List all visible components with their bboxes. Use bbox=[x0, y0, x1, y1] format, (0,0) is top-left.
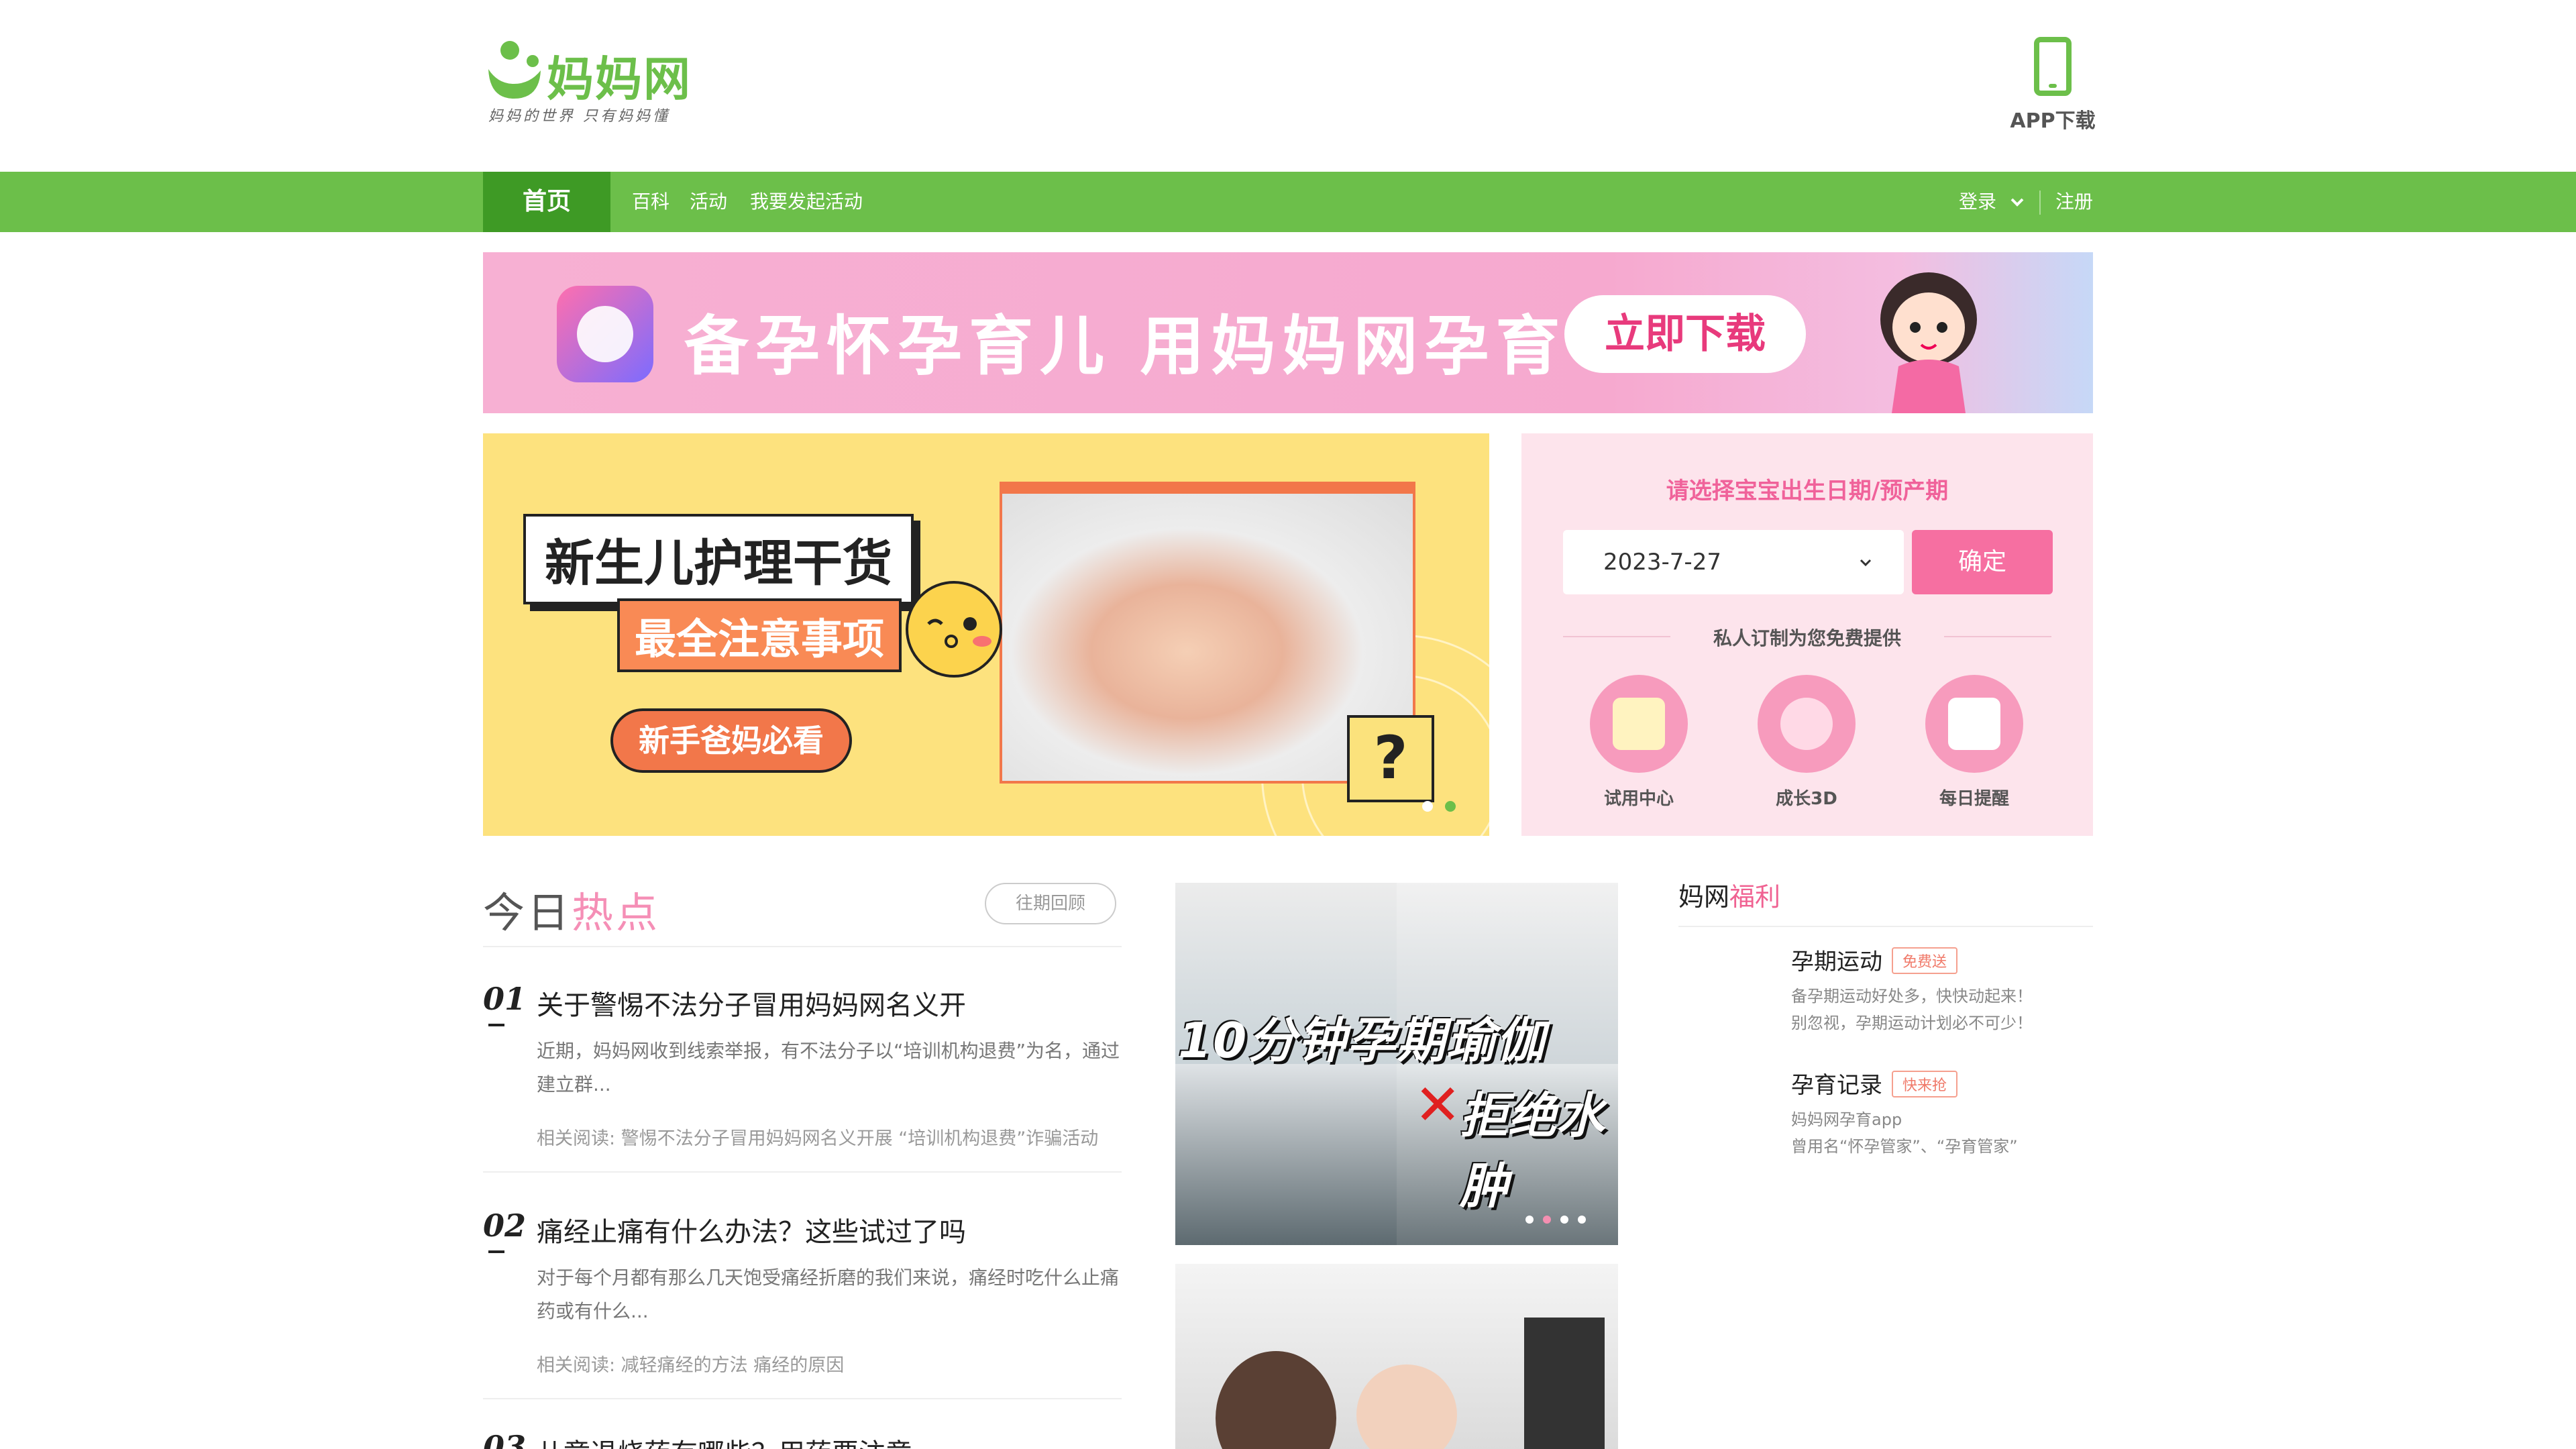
calendar-icon bbox=[1925, 675, 2023, 773]
growth-3d-link[interactable]: 成长3D bbox=[1756, 675, 1857, 810]
article-title[interactable]: 儿童退烧药有哪些？用药要注意 bbox=[537, 1432, 912, 1449]
trial-center-label: 试用中心 bbox=[1603, 789, 1674, 809]
phone-icon bbox=[2034, 37, 2072, 96]
growth-3d-label: 成长3D bbox=[1776, 789, 1837, 809]
divider bbox=[483, 946, 1122, 947]
welfare-tag: 快来抢 bbox=[1892, 1071, 1958, 1097]
welfare-desc: 妈妈网孕育app bbox=[1791, 1110, 1902, 1129]
hero-slider[interactable]: 新生儿护理干货 最全注意事项 新手爸妈必看 ? bbox=[483, 433, 1489, 836]
yoga-video-thumbnail[interactable]: 10分钟孕期瑜伽 ✕ 拒绝水肿 bbox=[1175, 883, 1618, 1245]
divider bbox=[483, 1171, 1122, 1173]
app-download-link[interactable]: APP下载 bbox=[1999, 37, 2106, 133]
emoji-face-icon bbox=[906, 581, 1002, 678]
number-underline bbox=[488, 1250, 504, 1253]
slide-title: 新生儿护理干货 bbox=[523, 514, 914, 604]
welfare-title: 妈网福利 bbox=[1678, 876, 1780, 913]
welfare-title-b: 福利 bbox=[1729, 882, 1781, 912]
welfare-item[interactable]: 孕期运动 免费送 备孕期运动好处多，快快动起来！ 别忽视，孕期运动计划必不可少！ bbox=[1791, 943, 2093, 1036]
article-number: 03 bbox=[483, 1429, 527, 1449]
welfare-desc: 别忽视，孕期运动计划必不可少！ bbox=[1791, 1014, 2033, 1032]
nav-home[interactable]: 首页 bbox=[483, 172, 610, 232]
nav-register[interactable]: 注册 bbox=[2055, 172, 2093, 232]
nav-item-events[interactable]: 活动 bbox=[690, 172, 727, 232]
daily-reminder-link[interactable]: 每日提醒 bbox=[1924, 675, 2025, 810]
welfare-desc: 备孕期运动好处多，快快动起来！ bbox=[1791, 987, 2033, 1006]
nav-item-wiki[interactable]: 百科 bbox=[632, 172, 669, 232]
article-title[interactable]: 关于警惕不法分子冒用妈妈网名义开 bbox=[537, 983, 966, 1022]
past-review-button[interactable]: 往期回顾 bbox=[985, 883, 1116, 924]
main-nav bbox=[0, 172, 2576, 232]
hot-section-title: 今日热点 bbox=[483, 879, 660, 939]
divider bbox=[483, 1398, 1122, 1399]
slider-dot[interactable] bbox=[1422, 801, 1433, 812]
article-item: 03 儿童退烧药有哪些？用药要注意 bbox=[483, 1429, 1122, 1449]
welfare-item-title[interactable]: 孕育记录 bbox=[1791, 1067, 1882, 1099]
hot-title-b: 热点 bbox=[572, 888, 661, 937]
carousel-dot[interactable] bbox=[1578, 1216, 1586, 1224]
question-box-icon: ? bbox=[1347, 715, 1434, 802]
number-underline bbox=[488, 1024, 504, 1026]
gift-icon bbox=[1590, 675, 1688, 773]
date-select[interactable]: 2023-7-27 bbox=[1563, 530, 1904, 594]
welfare-title-a: 妈网 bbox=[1678, 882, 1730, 912]
video-caption: 10分钟孕期瑜伽 bbox=[1178, 1012, 1546, 1069]
carousel-dot[interactable] bbox=[1560, 1216, 1568, 1224]
carousel-dot[interactable] bbox=[1525, 1216, 1534, 1224]
nav-divider bbox=[2039, 191, 2041, 215]
article-number: 02 bbox=[483, 1208, 527, 1244]
article-title[interactable]: 痛经止痛有什么办法？这些试过了吗 bbox=[537, 1210, 966, 1249]
app-download-label: APP下载 bbox=[2010, 109, 2096, 133]
chevron-down-icon[interactable] bbox=[2007, 192, 2027, 212]
banner-download-button[interactable]: 立即下载 bbox=[1564, 295, 1806, 373]
logo-slogan: 妈妈的世界 只有妈妈懂 bbox=[488, 108, 670, 125]
welfare-item[interactable]: 孕育记录 快来抢 妈妈网孕育app 曾用名“怀孕管家”、“孕育管家” bbox=[1791, 1067, 2093, 1160]
logo-text[interactable]: 妈妈网 bbox=[547, 42, 692, 109]
banner-headline: 备孕怀孕育儿 用妈妈网孕育 bbox=[684, 309, 1567, 384]
slide-pill[interactable]: 新手爸妈必看 bbox=[610, 708, 852, 773]
due-date-title: 请选择宝宝出生日期/预产期 bbox=[1666, 478, 1949, 504]
article-summary: 对于每个月都有那么几天饱受痛经折磨的我们来说，痛经时吃什么止痛药或有什么... bbox=[537, 1267, 1120, 1322]
daily-reminder-label: 每日提醒 bbox=[1939, 789, 2009, 809]
free-service-label: 私人订制为您免费提供 bbox=[1713, 627, 1901, 649]
article-item: 02 痛经止痛有什么办法？这些试过了吗 对于每个月都有那么几天饱受痛经折磨的我们… bbox=[483, 1208, 1122, 1402]
chevron-down-icon bbox=[1857, 530, 1874, 594]
trial-center-link[interactable]: 试用中心 bbox=[1589, 675, 1689, 810]
related-reading[interactable]: 相关阅读: 减轻痛经的方法 痛经的原因 bbox=[537, 1352, 1122, 1395]
video-caption-2: 拒绝水肿 bbox=[1460, 1087, 1605, 1214]
divider bbox=[1678, 926, 2093, 927]
logo-icon[interactable] bbox=[483, 37, 543, 104]
hot-title-a: 今日 bbox=[483, 888, 572, 937]
related-reading[interactable]: 相关阅读: 警惕不法分子冒用妈妈网名义开展 “培训机构退费”诈骗活动 bbox=[537, 1126, 1122, 1169]
confirm-button[interactable]: 确定 bbox=[1912, 530, 2053, 594]
app-promo-banner[interactable]: 备孕怀孕育儿 用妈妈网孕育 立即下载 bbox=[483, 252, 2093, 413]
welfare-desc: 曾用名“怀孕管家”、“孕育管家” bbox=[1791, 1137, 2018, 1156]
cross-icon: ✕ bbox=[1414, 1072, 1462, 1138]
slider-dot-active[interactable] bbox=[1445, 801, 1456, 812]
fetus-icon bbox=[1758, 675, 1856, 773]
article-number: 01 bbox=[483, 981, 527, 1017]
welfare-item-title[interactable]: 孕期运动 bbox=[1791, 943, 1882, 976]
nav-login[interactable]: 登录 bbox=[1959, 172, 1996, 232]
mother-baby-photo[interactable] bbox=[1175, 1264, 1618, 1449]
nav-item-start-event[interactable]: 我要发起活动 bbox=[750, 172, 863, 232]
app-icon bbox=[557, 286, 653, 382]
date-select-value: 2023-7-27 bbox=[1603, 549, 1721, 576]
cartoon-girl-icon bbox=[1865, 266, 1992, 413]
due-date-panel: 请选择宝宝出生日期/预产期 2023-7-27 确定 私人订制为您免费提供 试用… bbox=[1521, 433, 2093, 836]
article-item: 01 关于警惕不法分子冒用妈妈网名义开 近期，妈妈网收到线索举报，有不法分子以“… bbox=[483, 981, 1122, 1175]
slide-subtitle: 最全注意事项 bbox=[617, 598, 902, 672]
welfare-tag: 免费送 bbox=[1892, 947, 1958, 974]
carousel-dot-active[interactable] bbox=[1543, 1216, 1551, 1224]
article-summary: 近期，妈妈网收到线索举报，有不法分子以“培训机构退费”为名，通过建立群... bbox=[537, 1040, 1120, 1095]
